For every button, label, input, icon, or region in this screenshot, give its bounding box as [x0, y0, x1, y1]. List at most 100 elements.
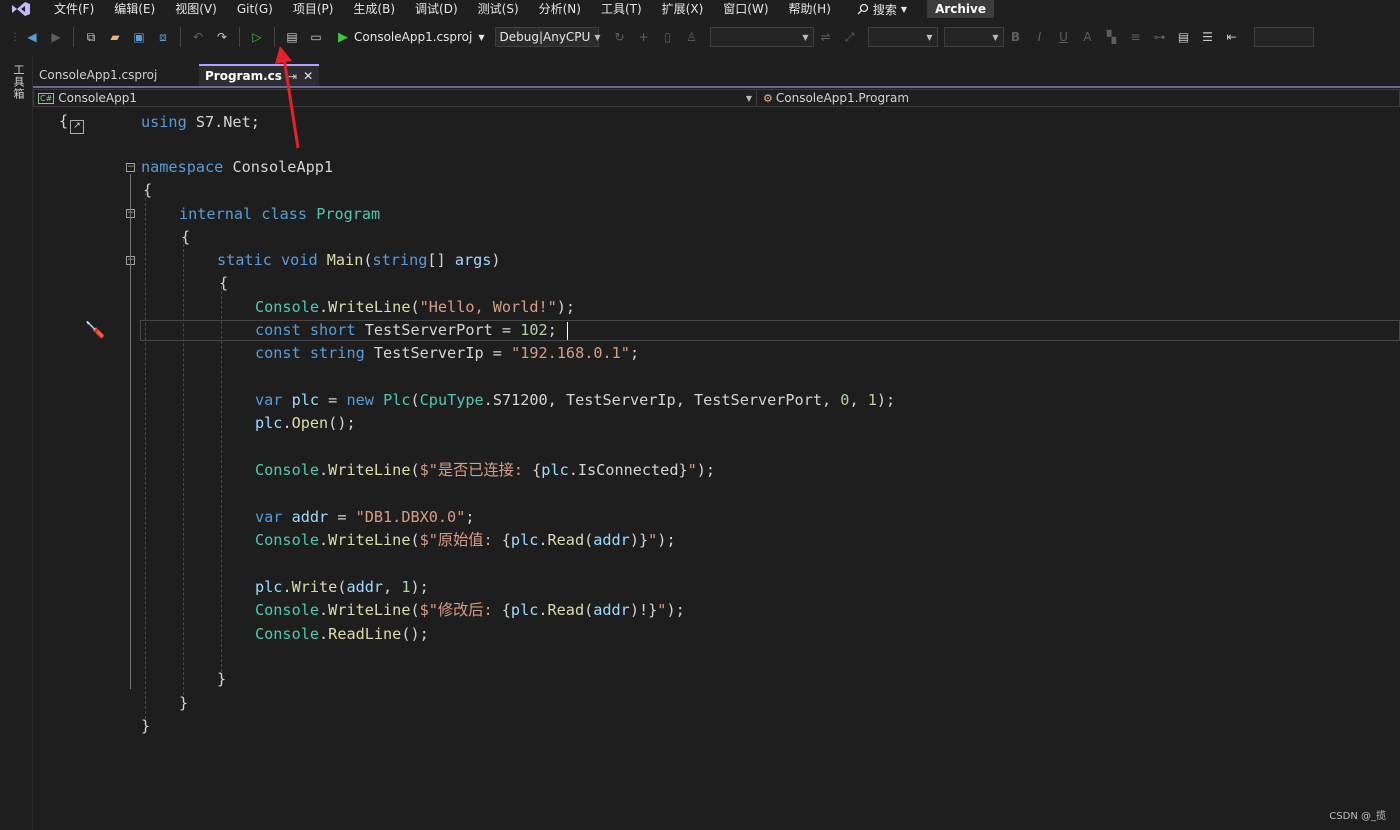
- pin-icon[interactable]: ⇥: [288, 70, 297, 83]
- chevron-down-icon: ▼: [745, 93, 753, 103]
- code-editor[interactable]: { ↗ 🪛 − − − using S7.Net; namespace Cons…: [33, 108, 1400, 830]
- visual-studio-logo-icon[interactable]: [10, 1, 32, 17]
- code-line: const string TestServerIp = "192.168.0.1…: [255, 344, 640, 362]
- archive-badge[interactable]: Archive: [927, 0, 994, 18]
- document-icon[interactable]: ▯: [657, 26, 679, 48]
- menu-bar: 文件(F) 编辑(E) 视图(V) Git(G) 项目(P) 生成(B) 调试(…: [0, 0, 1400, 18]
- close-icon[interactable]: ✕: [303, 69, 313, 83]
- menu-project[interactable]: 项目(P): [283, 0, 344, 18]
- menu-help[interactable]: 帮助(H): [779, 0, 841, 18]
- tab-label: Program.cs: [205, 69, 282, 83]
- start-debugging-button[interactable]: ▶ ConsoleApp1.csproj ▼: [334, 30, 489, 45]
- toolbox-tab[interactable]: 工具箱: [10, 64, 26, 100]
- user-icon[interactable]: ♙: [681, 26, 703, 48]
- code-line: Console.WriteLine($"原始值: {plc.Read(addr)…: [255, 531, 676, 549]
- navigate-forward-icon[interactable]: ▶: [45, 26, 67, 48]
- code-lines: using S7.Net; namespace ConsoleApp1 { in…: [33, 108, 1400, 830]
- toolbar-search-box[interactable]: [1253, 27, 1314, 47]
- code-line: using S7.Net;: [141, 113, 260, 131]
- code-line: const short TestServerPort = 102;: [255, 321, 557, 339]
- code-line: {: [181, 228, 191, 246]
- menu-analyze[interactable]: 分析(N): [529, 0, 591, 18]
- uncomment-icon[interactable]: ⇤: [1221, 26, 1243, 48]
- tab-label: ConsoleApp1.csproj: [39, 68, 158, 82]
- code-line: }: [179, 694, 189, 712]
- style-select[interactable]: ▼: [943, 27, 1004, 47]
- chevron-down-icon: ▼: [926, 32, 933, 42]
- type-dropdown[interactable]: ⚙ ConsoleApp1.Program: [757, 89, 1400, 107]
- new-project-icon[interactable]: ⧉: [80, 26, 102, 48]
- code-line: Console.WriteLine($"是否已连接: {plc.IsConnec…: [255, 461, 716, 479]
- code-line: namespace ConsoleApp1: [141, 158, 334, 176]
- redo-icon[interactable]: ↷: [211, 26, 233, 48]
- menu-git[interactable]: Git(G): [227, 0, 283, 18]
- code-line: var addr = "DB1.DBX0.0";: [255, 508, 475, 526]
- code-line: }: [217, 670, 227, 688]
- format-icon[interactable]: ⇌: [815, 26, 837, 48]
- type-name: ConsoleApp1.Program: [775, 91, 910, 105]
- configuration-select[interactable]: Debug|AnyCPU ▼: [494, 27, 601, 47]
- standard-toolbar: ⋮ ◀ ▶ ⧉ ▰ ▣ ⧈ ↶ ↷ ▷ ▤ ▭ ▶ ConsoleApp1.cs…: [0, 19, 1400, 55]
- font-color-icon[interactable]: A: [1077, 26, 1099, 48]
- menu-search[interactable]: 搜索 ▼: [849, 1, 915, 18]
- code-line: plc.Open();: [255, 414, 356, 432]
- underline-icon[interactable]: U: [1053, 26, 1075, 48]
- watermark: CSDN @_揽: [1329, 811, 1386, 822]
- menu-test[interactable]: 测试(S): [468, 0, 529, 18]
- link-icon[interactable]: ⤢: [839, 26, 861, 48]
- menu-extensions[interactable]: 扩展(X): [652, 0, 714, 18]
- toolbar-separator: [274, 27, 275, 47]
- project-name: ConsoleApp1: [58, 91, 138, 105]
- navigate-back-icon[interactable]: ◀: [21, 26, 43, 48]
- undo-icon[interactable]: ↶: [187, 26, 209, 48]
- chevron-down-icon: ▼: [992, 32, 999, 42]
- italic-icon[interactable]: I: [1029, 26, 1051, 48]
- toolbar-separator: [180, 27, 181, 47]
- menu-edit[interactable]: 编辑(E): [104, 0, 165, 18]
- configuration-value: Debug|AnyCPU: [499, 30, 591, 44]
- class-icon: ⚙: [763, 91, 773, 105]
- tab-consoleapp1-csproj[interactable]: ConsoleApp1.csproj: [33, 64, 199, 86]
- save-icon[interactable]: ▣: [128, 26, 150, 48]
- menu-file[interactable]: 文件(F): [44, 0, 104, 18]
- play-icon: ▶: [338, 29, 348, 45]
- document-outline-icon[interactable]: ▤: [1173, 26, 1195, 48]
- project-dropdown[interactable]: C# ConsoleApp1 ▼: [33, 89, 757, 107]
- code-line: Console.ReadLine();: [255, 625, 429, 643]
- code-line: Console.WriteLine($"修改后: {plc.Read(addr)…: [255, 601, 685, 619]
- code-line: Console.WriteLine("Hello, World!");: [255, 298, 576, 316]
- font-name-select[interactable]: ▼: [709, 27, 814, 47]
- save-all-icon[interactable]: ⧈: [152, 26, 174, 48]
- code-line: }: [141, 717, 151, 735]
- align-icon[interactable]: ≡: [1125, 26, 1147, 48]
- chevron-down-icon: ▼: [900, 4, 908, 14]
- add-icon[interactable]: +: [633, 26, 655, 48]
- menu-window[interactable]: 窗口(W): [713, 0, 778, 18]
- chevron-down-icon: ▼: [802, 32, 809, 42]
- tab-program-cs[interactable]: Program.cs ⇥ ✕: [199, 64, 320, 86]
- menu-view[interactable]: 视图(V): [165, 0, 227, 18]
- code-line: static void Main(string[] args): [217, 251, 501, 269]
- navigation-bar: C# ConsoleApp1 ▼ ⚙ ConsoleApp1.Program: [33, 88, 1400, 108]
- startup-project-label: ConsoleApp1.csproj: [354, 30, 473, 44]
- refresh-icon[interactable]: ↻: [609, 26, 631, 48]
- start-without-debugging-icon[interactable]: ▷: [246, 26, 268, 48]
- bold-icon[interactable]: B: [1005, 26, 1027, 48]
- menu-tools[interactable]: 工具(T): [591, 0, 652, 18]
- open-folder-icon[interactable]: ▰: [104, 26, 126, 48]
- menu-build[interactable]: 生成(B): [343, 0, 405, 18]
- connect-icon[interactable]: ⊶: [1149, 26, 1171, 48]
- left-tool-strip: 工具箱: [0, 56, 33, 830]
- code-line: plc.Write(addr, 1);: [255, 578, 429, 596]
- code-line: {: [219, 274, 229, 292]
- window-layout-icon[interactable]: ▭: [305, 26, 327, 48]
- toolbar-grip-icon[interactable]: ⋮: [10, 32, 20, 43]
- font-size-select[interactable]: ▼: [867, 27, 938, 47]
- highlight-icon[interactable]: ▚: [1101, 26, 1123, 48]
- menu-debug[interactable]: 调试(D): [405, 0, 468, 18]
- chevron-down-icon: ▼: [594, 32, 601, 42]
- search-icon: [857, 3, 869, 15]
- comment-icon[interactable]: ☰: [1197, 26, 1219, 48]
- solution-explorer-icon[interactable]: ▤: [281, 26, 303, 48]
- csharp-project-icon: C#: [38, 92, 55, 104]
